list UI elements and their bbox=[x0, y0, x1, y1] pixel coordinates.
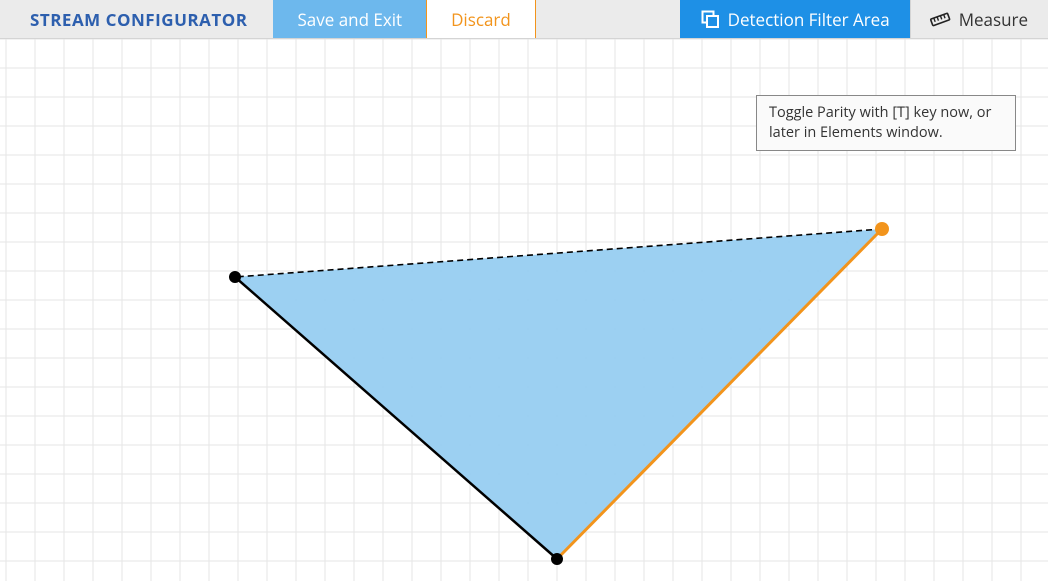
polygon-shape[interactable] bbox=[229, 222, 889, 565]
canvas-area[interactable]: Toggle Parity with [T] key now, or later… bbox=[0, 39, 1048, 581]
detection-button-label: Detection Filter Area bbox=[728, 8, 890, 31]
toolbar-spacer bbox=[536, 0, 680, 38]
vertex-handle[interactable] bbox=[551, 553, 563, 565]
vertex-handle-active[interactable] bbox=[875, 222, 889, 236]
polygon-fill[interactable] bbox=[235, 229, 882, 559]
overlap-squares-icon bbox=[700, 9, 720, 29]
save-and-exit-button[interactable]: Save and Exit bbox=[273, 0, 426, 38]
tooltip-text: Toggle Parity with [T] key now, or later… bbox=[769, 103, 991, 142]
measure-button[interactable]: Measure bbox=[910, 0, 1048, 38]
ruler-icon bbox=[929, 8, 951, 30]
measure-button-label: Measure bbox=[959, 8, 1028, 31]
discard-button-label: Discard bbox=[451, 8, 511, 31]
vertex-handle[interactable] bbox=[229, 271, 241, 283]
parity-tooltip: Toggle Parity with [T] key now, or later… bbox=[756, 95, 1016, 151]
save-button-label: Save and Exit bbox=[297, 8, 402, 31]
toolbar: STREAM CONFIGURATOR Save and Exit Discar… bbox=[0, 0, 1048, 39]
page-title: STREAM CONFIGURATOR bbox=[0, 0, 273, 38]
detection-filter-area-button[interactable]: Detection Filter Area bbox=[680, 0, 910, 38]
discard-button[interactable]: Discard bbox=[426, 0, 536, 38]
